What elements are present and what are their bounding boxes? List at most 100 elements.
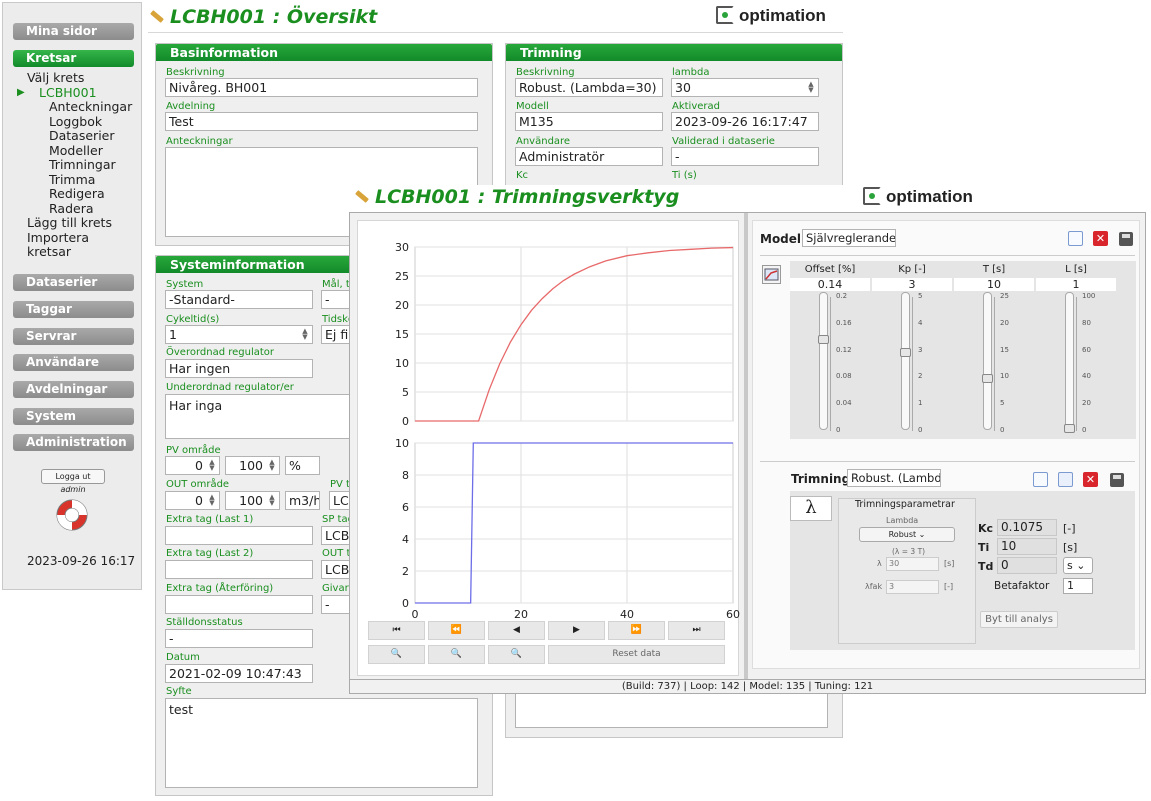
anvandare-field[interactable]: Administratör [515,147,663,166]
stalldon-field[interactable]: - [165,629,313,648]
nav-system[interactable]: System [13,408,134,425]
slider-thumb[interactable] [982,373,993,383]
method-select[interactable]: Robust ⌄ [859,527,955,542]
syfte-textarea[interactable]: test [165,698,478,788]
nav-kretsar[interactable]: Kretsar [13,50,134,67]
nav-taggar[interactable]: Taggar [13,301,134,318]
pv-unit-field[interactable]: % [285,456,320,475]
td-unit-select[interactable]: s ⌄ [1063,557,1093,574]
trimning-label: Trimning [791,472,851,486]
stepper-icon[interactable]: ▲ ▼ [207,494,217,507]
out-unit-field[interactable]: m3/h [285,491,320,510]
datum-field[interactable]: 2021-02-09 10:47:43 [165,664,313,683]
menu-importera-kretsar[interactable]: kretsar [27,244,132,260]
trimning-select[interactable]: Robust. (Lambda [847,469,941,487]
slider-thumb[interactable] [1064,423,1075,433]
byt-till-analys-button[interactable]: Byt till analys [980,611,1058,628]
slider-thumb[interactable] [900,348,911,358]
forward-button[interactable]: ⏩ [608,621,665,640]
avdelning-field[interactable]: Test [165,112,478,131]
model-chart-icon[interactable] [762,265,781,284]
modell-field[interactable]: M135 [515,112,663,131]
stepper-icon[interactable]: ▲ ▼ [267,459,277,472]
cykeltid-field[interactable]: 1 ▲ ▼ [165,325,313,344]
slider-thumb[interactable] [818,335,829,345]
nav-servrar[interactable]: Servrar [13,328,134,345]
menu-anteckningar[interactable]: Anteckningar [27,99,132,115]
zoom-fit-button[interactable]: 🔍 [488,645,545,664]
splitter[interactable] [744,213,748,680]
lambda-field[interactable]: 30 ▲ ▼ [671,78,819,97]
extra1-field[interactable] [165,526,313,545]
zoom-in-button[interactable]: 🔍 [368,645,425,664]
validerad-label: Validerad i dataserie [672,136,775,147]
nav-administration[interactable]: Administration [13,434,134,451]
aktiverad-field[interactable]: 2023-09-26 16:17:47 [671,112,819,131]
cykeltid-label: Cykeltid(s) [166,314,220,325]
menu-radera[interactable]: Radera [27,201,132,217]
slider-tick-label: 100 [1082,292,1096,300]
slider-value[interactable]: 3 [872,278,952,291]
trimning-beskrivning-label: Beskrivning [516,67,575,78]
menu-lcbh001[interactable]: LCBH001 [17,85,132,101]
system-field[interactable]: -Standard- [165,290,313,309]
new-doc-icon[interactable] [1068,231,1083,246]
prev-button[interactable]: ◀ [488,621,545,640]
overordnad-field[interactable]: Har ingen [165,359,313,378]
nav-avdelningar[interactable]: Avdelningar [13,381,134,398]
lfak-field[interactable]: 3 [886,580,939,594]
nav-dataserier[interactable]: Dataserier [13,274,134,291]
delete-icon-2[interactable]: ✕ [1083,472,1098,487]
lambda-row-field[interactable]: 30 [886,557,939,571]
menu-valj-krets[interactable]: Välj krets [27,70,132,86]
lambda-method-button[interactable]: λ [790,496,832,521]
out-min-field[interactable]: 0 ▲ ▼ [165,491,220,510]
slider-value[interactable]: 10 [954,278,1034,291]
pv-max-field[interactable]: 100 ▲ ▼ [225,456,280,475]
nav-mina-sidor[interactable]: Mina sidor [13,23,134,40]
logout-button[interactable]: Logga ut admin [41,469,105,494]
menu-dataserier[interactable]: Dataserier [27,128,132,144]
modell-select[interactable]: Självreglerande I [802,229,896,247]
pv-min-field[interactable]: 0 ▲ ▼ [165,456,220,475]
stepper-icon[interactable]: ▲ ▼ [806,81,816,94]
slider-value[interactable]: 0.14 [790,278,870,291]
slider-track[interactable] [983,292,992,430]
menu-modeller[interactable]: Modeller [27,143,132,159]
menu-loggbok[interactable]: Loggbok [27,114,132,130]
zoom-out-button[interactable]: 🔍 [428,645,485,664]
slider-value[interactable]: 1 [1036,278,1116,291]
first-button[interactable]: ⏮ [368,621,425,640]
trimning-beskrivning-field[interactable]: Robust. (Lambda=30) [515,78,663,97]
stepper-icon[interactable]: ▲ ▼ [300,328,310,341]
rewind-button[interactable]: ⏪ [428,621,485,640]
menu-importera[interactable]: Importera [27,230,132,246]
reset-data-button[interactable]: Reset data [548,645,725,664]
menu-trimningar[interactable]: Trimningar [27,157,132,173]
nav-anvandare[interactable]: Användare [13,354,134,371]
slider-track[interactable] [901,292,910,430]
last-button[interactable]: ⏭ [668,621,725,640]
x-tick-label: 20 [514,608,528,621]
next-button[interactable]: ▶ [548,621,605,640]
new-doc-icon-2[interactable] [1033,472,1048,487]
delete-icon[interactable]: ✕ [1093,231,1108,246]
copy-icon[interactable] [1058,472,1073,487]
save-icon[interactable] [1119,232,1133,246]
slider-track[interactable] [1065,292,1074,430]
out-max-field[interactable]: 100 ▲ ▼ [225,491,280,510]
extra2-field[interactable] [165,560,313,579]
extra3-field[interactable] [165,595,313,614]
save-icon-2[interactable] [1110,473,1124,487]
slider-track[interactable] [819,292,828,430]
stepper-icon[interactable]: ▲ ▼ [207,459,217,472]
menu-trimma[interactable]: Trimma [27,172,132,188]
betafaktor-field[interactable]: 1 [1063,578,1093,594]
menu-lagg-till-krets[interactable]: Lägg till krets [27,215,132,231]
lifebuoy-icon[interactable] [54,497,90,533]
menu-redigera[interactable]: Redigera [27,186,132,202]
validerad-field[interactable]: - [671,147,819,166]
td-result-field[interactable]: 0 [997,557,1057,574]
stepper-icon[interactable]: ▲ ▼ [267,494,277,507]
beskrivning-field[interactable]: Nivåreg. BH001 [165,78,478,97]
